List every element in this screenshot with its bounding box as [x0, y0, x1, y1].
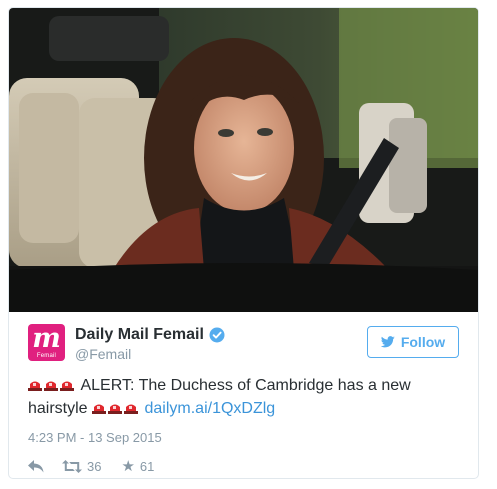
follow-button[interactable]: Follow: [367, 326, 459, 358]
tweet-link[interactable]: dailym.ai/1QxDZlg: [144, 400, 275, 417]
twitter-bird-icon: [380, 336, 395, 348]
rotating-light-icon: [44, 381, 58, 391]
reply-icon: [28, 459, 44, 472]
follow-label: Follow: [400, 334, 446, 350]
avatar-caption: Femail: [36, 353, 57, 359]
retweet-icon: [62, 459, 82, 473]
rotating-light-icon: [60, 381, 74, 391]
photo-image: [9, 8, 478, 312]
display-name[interactable]: Daily Mail Femail: [75, 326, 204, 344]
verified-badge-icon: [209, 327, 225, 343]
account-name-row: Daily Mail Femail: [75, 325, 225, 345]
siren-group: [92, 400, 144, 417]
tweet-card: m Femail Daily Mail Femail @Femail Follo…: [8, 7, 479, 479]
rotating-light-icon: [28, 381, 42, 391]
rotating-light-icon: [124, 404, 139, 414]
avatar[interactable]: m Femail: [28, 324, 65, 361]
siren-group: [28, 377, 80, 394]
tweet-photo[interactable]: [9, 8, 478, 312]
avatar-letter: m: [32, 324, 61, 354]
rotating-light-icon: [92, 404, 107, 414]
handle[interactable]: @Femail: [75, 346, 131, 362]
like-count: 61: [139, 458, 155, 474]
star-icon: ★: [121, 457, 135, 475]
tweet-text: ALERT: The Duchess of Cambridge has a ne…: [28, 374, 468, 420]
retweet-count: 36: [87, 458, 102, 474]
timestamp[interactable]: 4:23 PM - 13 Sep 2015: [28, 430, 162, 445]
reply-button[interactable]: [28, 459, 46, 473]
tweet-actions: 36 ★ 61: [28, 456, 154, 476]
like-button[interactable]: ★ 61: [121, 459, 154, 474]
rotating-light-icon: [108, 404, 123, 414]
retweet-button[interactable]: 36: [62, 459, 101, 474]
